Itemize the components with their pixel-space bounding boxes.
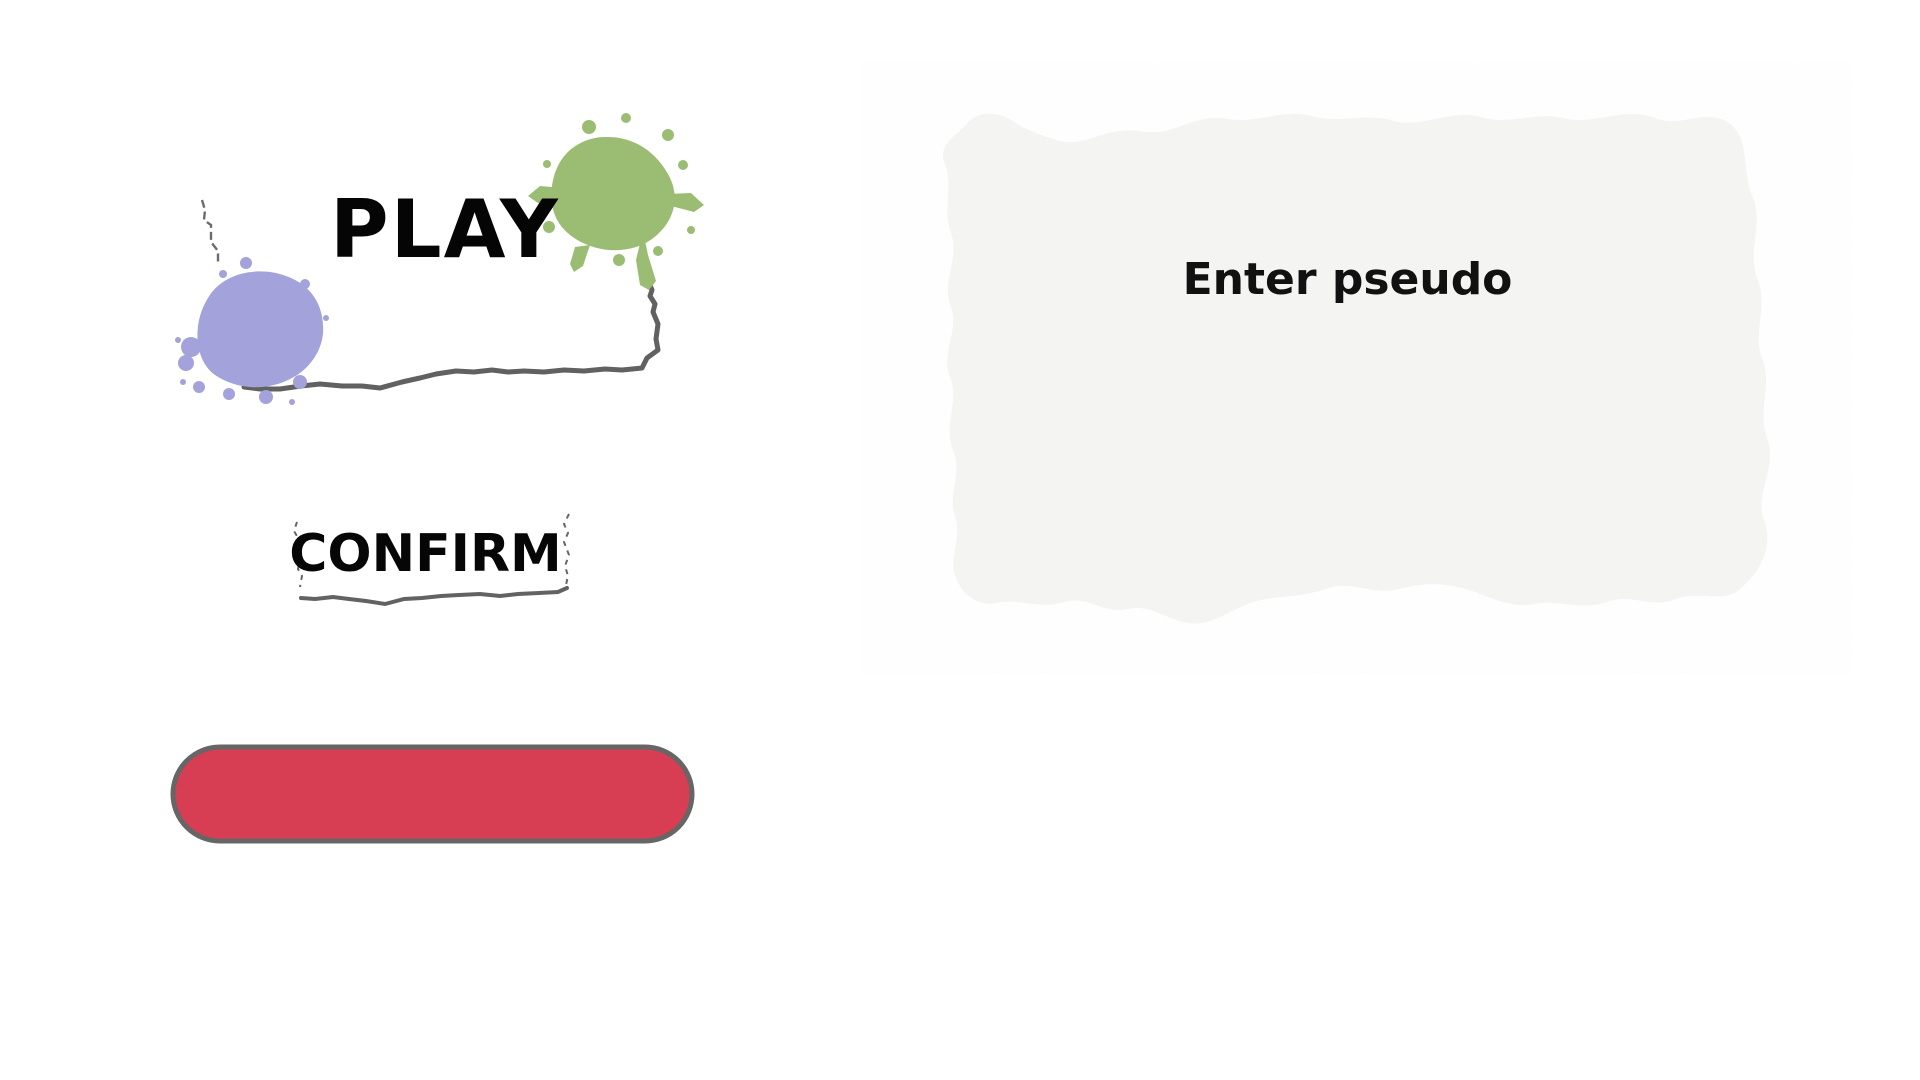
play-button[interactable]: PLAY bbox=[100, 100, 720, 420]
play-label: PLAY bbox=[330, 183, 560, 276]
pseudo-input[interactable] bbox=[1040, 348, 1659, 410]
confirm-label: CONFIRM bbox=[289, 524, 562, 584]
purple-paint-splatter-icon bbox=[175, 257, 329, 405]
red-pill-shape bbox=[170, 744, 695, 844]
red-pill-button[interactable] bbox=[170, 744, 695, 844]
enter-pseudo-label: Enter pseudo bbox=[1182, 254, 1513, 305]
confirm-button[interactable]: CONFIRM bbox=[288, 500, 588, 630]
pseudo-panel: Enter pseudo bbox=[935, 88, 1770, 648]
